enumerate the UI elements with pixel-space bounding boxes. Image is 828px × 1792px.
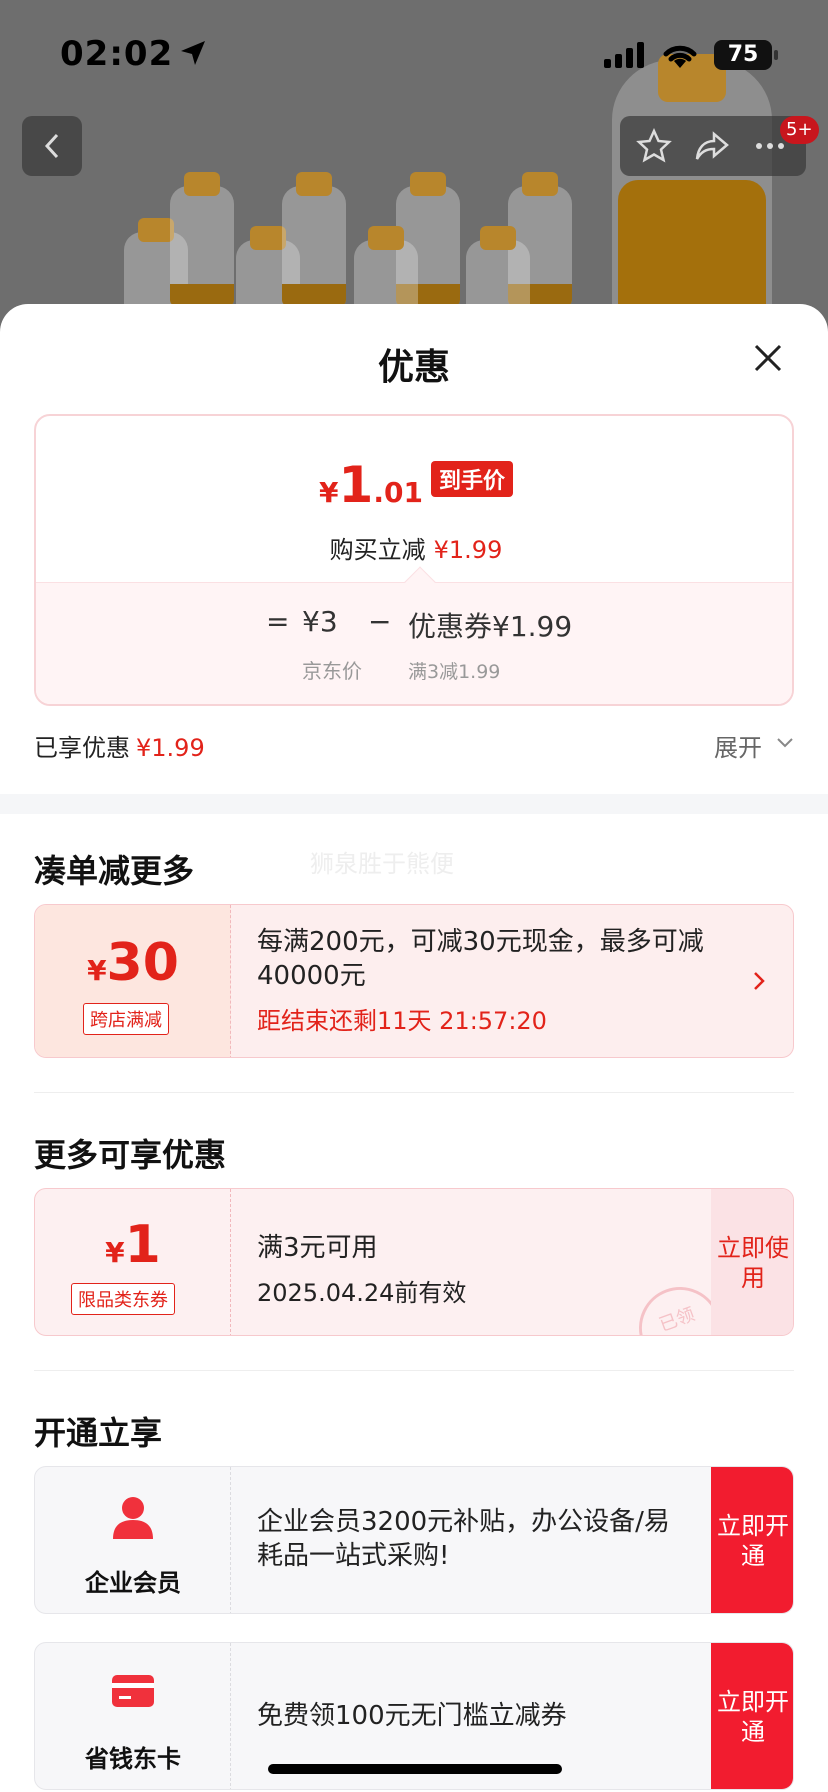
coupon-amount-block: ¥1 限品类东券 [35,1189,231,1335]
coupon-validity: 2025.04.24前有效 [257,1279,467,1307]
reduce-value: ¥1.99 [433,536,503,564]
status-time: 02:02 [60,34,174,74]
bottle-image [612,54,772,340]
member-icon-block: 省钱东卡 [35,1643,231,1789]
coupon-value: 优惠券¥1.99 [408,610,573,643]
notification-badge: 5+ [780,116,819,144]
bottle-image [282,172,346,306]
home-indicator [268,1764,562,1774]
coupon-condition: 满3元可用 [257,1233,378,1263]
member-icon-block: 企业会员 [35,1467,231,1613]
coupon-type-tag: 限品类东券 [71,1283,175,1315]
final-price-area: ¥1.01 到手价 购买立减 ¥1.99 [36,416,792,582]
final-price-tag: 到手价 [430,461,513,497]
final-dec: .01 [373,476,423,509]
coupon-amount-value: 1 [124,1215,161,1275]
reduce-label: 购买立减 [329,536,426,564]
promo-description: 每满200元，可减30元现金，最多可减40000元 [257,927,704,991]
price-breakdown-card: ¥1.01 到手价 购买立减 ¥1.99 = ¥3 京东价 − 优惠券¥1.99 满… [34,414,794,706]
chevron-left-icon [44,133,59,159]
battery-indicator: 75 [714,40,772,70]
member-name: 企业会员 [85,1569,181,1597]
jd-price: ¥3 [302,605,338,638]
coupon-amount: ¥1 [35,1215,231,1275]
jd-price-label: 京东价 [302,659,362,683]
member-name: 省钱东卡 [85,1745,181,1773]
cellular-signal-icon [604,42,644,68]
equals-sign: = [266,605,290,638]
status-bar: 02:02 75 [0,0,828,100]
chevron-right-icon [754,972,765,990]
more-section-title: 更多可享优惠 [34,1136,227,1174]
share-icon[interactable] [694,128,730,164]
price-formula: = ¥3 京东价 − 优惠券¥1.99 满3减1.99 [36,582,792,704]
promo-currency: ¥ [87,954,107,987]
coupon-card: ¥1 限品类东券 满3元可用 2025.04.24前有效 已领 立即使用 [34,1188,794,1336]
close-icon[interactable] [748,338,788,378]
member-description: 免费领100元无门槛立减券 [257,1701,567,1731]
promo-amount: ¥30 [35,933,231,993]
promo-countdown: 距结束还剩11天 21:57:20 [257,1007,547,1035]
use-now-button[interactable]: 立即使用 [711,1189,793,1335]
final-currency: ¥ [319,476,339,509]
combine-section-title: 凑单减更多 [34,852,195,890]
back-button[interactable] [22,116,82,176]
watermark-text: 狮泉胜于熊便 [310,850,454,878]
chevron-down-icon[interactable] [776,736,794,750]
location-arrow-icon [181,41,205,65]
open-now-button[interactable]: 立即开通 [711,1467,793,1613]
enjoyed-value: ¥1.99 [136,734,205,762]
card-icon [112,1675,154,1707]
bottle-image [170,172,234,306]
promo-amount-block: ¥30 跨店满减 [35,905,231,1057]
enterprise-member-card: 企业会员 企业会员3200元补贴，办公设备/易耗品一站式采购! 立即开通 [34,1466,794,1614]
section-divider [0,794,828,814]
cross-store-promo[interactable]: ¥30 跨店满减 每满200元，可减30元现金，最多可减40000元 距结束还剩… [34,904,794,1058]
promo-tag: 跨店满减 [83,1003,169,1035]
divider [34,1370,794,1371]
member-description: 企业会员3200元补贴，办公设备/易耗品一站式采购! [257,1507,670,1571]
promo-value: 30 [106,933,179,993]
divider [34,1092,794,1093]
reduce-line: 购买立减 ¥1.99 [36,530,792,565]
top-action-group [620,116,806,176]
expand-button[interactable]: 展开 [714,728,762,763]
star-icon[interactable] [636,128,672,164]
person-icon [113,1497,153,1539]
wifi-icon [663,45,697,68]
enjoyed-discount: 已享优惠 ¥1.99 [34,728,205,763]
final-int: 1 [338,456,374,514]
minus-sign: − [368,605,392,638]
open-section-title: 开通立享 [34,1414,163,1452]
open-now-button[interactable]: 立即开通 [711,1643,793,1789]
coupon-rule: 满3减1.99 [408,661,501,683]
battery-tip [774,50,778,60]
final-price: ¥1.01 到手价 [36,456,792,514]
discount-sheet: 优惠 ¥1.01 到手价 购买立减 ¥1.99 = ¥3 京东价 − 优惠券¥1.9… [0,304,828,1792]
sheet-title: 优惠 [377,347,450,388]
enjoyed-label: 已享优惠 [34,734,130,762]
coupon-currency: ¥ [105,1236,125,1269]
